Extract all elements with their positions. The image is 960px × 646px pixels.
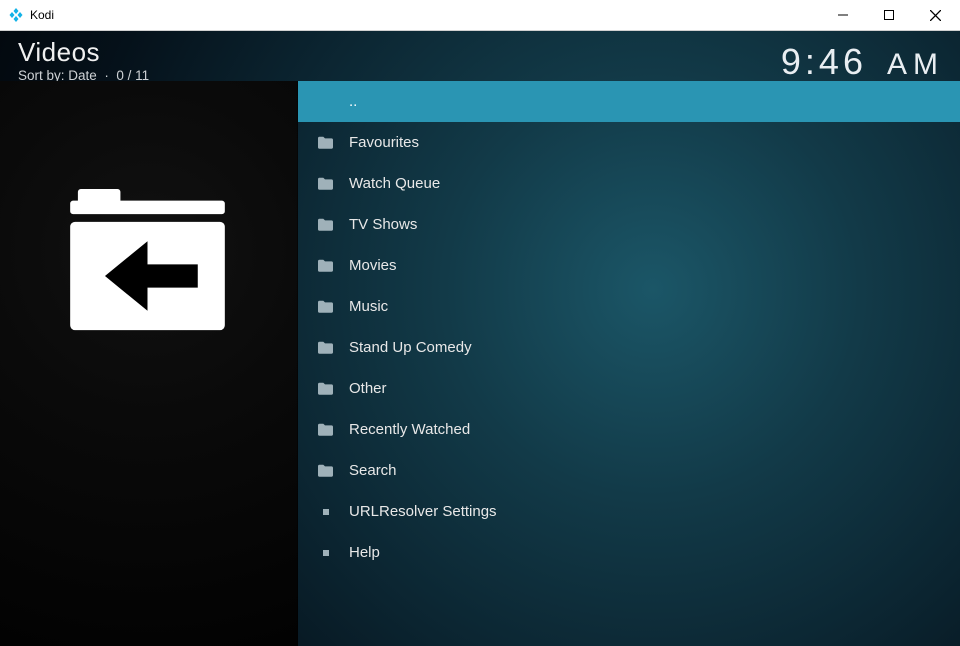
list-item[interactable]: Other: [298, 368, 960, 409]
folder-icon: [318, 299, 333, 314]
window-titlebar: Kodi: [0, 0, 960, 31]
header: Videos Sort by: Date · 0 / 11 9:46 AM: [0, 31, 960, 81]
list-item[interactable]: URLResolver Settings: [298, 491, 960, 532]
list-item[interactable]: Recently Watched: [298, 409, 960, 450]
clock-time: 9:46: [781, 41, 867, 82]
list-item-label: Stand Up Comedy: [349, 339, 472, 356]
window-close-button[interactable]: [912, 0, 958, 30]
list-item[interactable]: ..: [298, 81, 960, 122]
content-list: .. Favourites Watch Queue TV Shows Movies Mus…: [298, 81, 960, 646]
folder-icon: [318, 463, 333, 478]
header-left: Videos Sort by: Date · 0 / 11: [18, 39, 149, 83]
header-right: 9:46 AM: [781, 39, 944, 83]
folder-back-icon: [70, 189, 225, 334]
folder-icon: [318, 176, 333, 191]
list-item[interactable]: Search: [298, 450, 960, 491]
sidebar[interactable]: [0, 81, 298, 646]
list-item[interactable]: TV Shows: [298, 204, 960, 245]
list-item-label: Music: [349, 298, 388, 315]
list-item-label: Recently Watched: [349, 421, 470, 438]
list-item[interactable]: Music: [298, 286, 960, 327]
list-item-label: Favourites: [349, 134, 419, 151]
kodi-logo-icon: [8, 7, 24, 23]
list-item-label: Watch Queue: [349, 175, 440, 192]
folder-icon: [318, 381, 333, 396]
folder-icon: [318, 340, 333, 355]
bullet-icon: [318, 545, 333, 560]
folder-icon: [318, 422, 333, 437]
list-item-label: Search: [349, 462, 397, 479]
clock: 9:46 AM: [781, 41, 944, 83]
list-item[interactable]: Help: [298, 532, 960, 573]
page-title: Videos: [18, 39, 149, 66]
clock-ampm: AM: [887, 48, 944, 81]
list-item-label: ..: [349, 93, 357, 110]
folder-icon: [318, 258, 333, 273]
list-item-label: Other: [349, 380, 387, 397]
list-item[interactable]: Favourites: [298, 122, 960, 163]
list-item-label: TV Shows: [349, 216, 417, 233]
app-body: Videos Sort by: Date · 0 / 11 9:46 AM: [0, 31, 960, 646]
folder-icon: [318, 217, 333, 232]
folder-icon: [318, 135, 333, 150]
list-item-label: Movies: [349, 257, 397, 274]
window-title: Kodi: [30, 8, 54, 22]
list-item[interactable]: Stand Up Comedy: [298, 327, 960, 368]
list-item[interactable]: Watch Queue: [298, 163, 960, 204]
bullet-icon: [318, 504, 333, 519]
window-minimize-button[interactable]: [820, 0, 866, 30]
list-item[interactable]: Movies: [298, 245, 960, 286]
list-item-label: URLResolver Settings: [349, 503, 497, 520]
window-maximize-button[interactable]: [866, 0, 912, 30]
list-item-label: Help: [349, 544, 380, 561]
